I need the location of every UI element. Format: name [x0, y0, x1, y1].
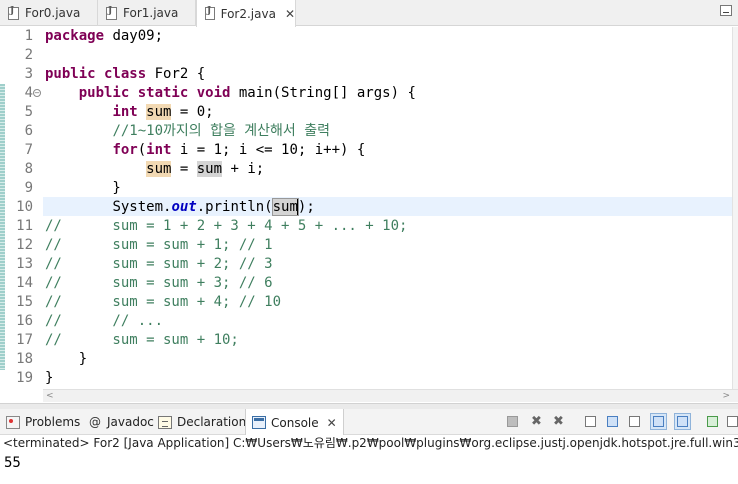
tab-for1-java[interactable]: For1.java [98, 0, 196, 26]
view-tab-bar: Problems @ Javadoc Declaration Console ✕… [0, 409, 738, 436]
javadoc-icon: @ [89, 414, 101, 429]
tab-javadoc[interactable]: @ Javadoc [88, 409, 154, 435]
pin-console-button[interactable] [704, 413, 721, 430]
stdout-icon [653, 416, 664, 427]
console-process-label: <terminated> For2 [Java Application] C:₩… [0, 435, 738, 453]
line-number: 2 [24, 47, 33, 63]
fold-toggle-icon[interactable]: − [33, 89, 41, 97]
code-editor[interactable]: 1 2 3 4 5 6 7 8 9 10 11 12 13 14 15 16 1… [0, 27, 738, 402]
tab-label: For2.java [220, 6, 276, 21]
line-number: 10 [16, 199, 33, 215]
tab-label: For1.java [123, 6, 179, 20]
line-number: 5 [24, 104, 33, 120]
java-file-icon [205, 6, 215, 20]
stop-icon [507, 416, 518, 427]
scroll-right-icon[interactable]: > [722, 391, 730, 401]
java-file-icon [106, 6, 117, 20]
problems-icon [6, 415, 20, 429]
code-line: public class For2 { [45, 66, 206, 82]
java-file-icon [8, 6, 19, 20]
line-number: 18 [16, 351, 33, 367]
code-line: //1~10까지의 합을 계산해서 출력 [112, 123, 330, 139]
tab-for0-java[interactable]: For0.java [0, 0, 98, 26]
remove-all-terminated-button[interactable]: ✖ [550, 413, 567, 430]
code-line: } [45, 180, 121, 196]
word-wrap-icon [629, 416, 640, 427]
clear-icon [585, 416, 596, 427]
code-line: public static void main(String[] args) { [78, 85, 416, 101]
line-number: 8 [24, 161, 33, 177]
line-number: 9 [24, 180, 33, 196]
word-wrap-button[interactable] [626, 413, 643, 430]
scroll-left-icon[interactable]: < [46, 391, 54, 401]
remove-launch-button[interactable]: ✖ [528, 413, 545, 430]
close-icon[interactable]: ✕ [327, 416, 337, 430]
minimize-icon[interactable] [720, 5, 732, 16]
line-number: 1 [24, 28, 33, 44]
code-line: // sum = 1 + 2 + 3 + 4 + 5 + ... + 10; [45, 218, 408, 234]
line-number: 16 [16, 313, 33, 329]
line-number: 13 [16, 256, 33, 272]
editor-tab-bar: For0.java For1.java For2.java ✕ [0, 0, 738, 27]
code-line: // sum = sum + 3; // 6 [45, 275, 273, 291]
scroll-lock-icon [607, 416, 618, 427]
variable-occurrence: sum [196, 161, 223, 177]
tab-console[interactable]: Console ✕ [245, 409, 344, 436]
tab-for2-java[interactable]: For2.java ✕ [196, 0, 296, 27]
line-number: 19 [16, 370, 33, 386]
line-number: 17 [16, 332, 33, 348]
code-line: // sum = sum + 2; // 3 [45, 256, 273, 272]
tab-label: For0.java [25, 6, 81, 20]
line-number: 7 [24, 142, 33, 158]
variable-occurrence: sum [146, 161, 172, 177]
line-number: 11 [16, 218, 33, 234]
terminate-button[interactable] [504, 413, 521, 430]
stderr-icon [677, 416, 688, 427]
code-line: } [45, 351, 88, 367]
console-output[interactable]: 55 [0, 453, 738, 484]
code-line: // // ... [45, 313, 164, 329]
code-line: } [45, 370, 54, 386]
line-number: 12 [16, 237, 33, 253]
code-line-current: System.out.println(sum); [112, 198, 315, 216]
remove-all-icon: ✖ [553, 414, 564, 429]
console-output-line: 55 [4, 455, 21, 471]
code-line: // sum = sum + 1; // 1 [45, 237, 273, 253]
line-number: 14 [16, 275, 33, 291]
variable-occurrence: sum [271, 198, 299, 216]
line-number: 6 [24, 123, 33, 139]
variable-occurrence: sum [146, 104, 172, 120]
show-on-stdout-button[interactable] [650, 413, 667, 430]
code-line: int sum = 0; [112, 104, 214, 120]
line-number: 15 [16, 294, 33, 310]
line-number: 4 [24, 85, 33, 101]
horizontal-scrollbar[interactable]: < > [43, 389, 738, 402]
code-line: sum = sum + i; [146, 161, 265, 177]
close-icon[interactable]: ✕ [285, 7, 295, 21]
remove-icon: ✖ [531, 414, 542, 429]
code-line: package day09; [45, 28, 164, 44]
line-number: 3 [24, 66, 33, 82]
code-line: for(int i = 1; i <= 10; i++) { [112, 142, 366, 158]
open-console-icon [727, 416, 738, 427]
show-on-stderr-button[interactable] [674, 413, 691, 430]
vertical-scrollbar[interactable] [732, 27, 738, 389]
scroll-lock-button[interactable] [604, 413, 621, 430]
code-line: // sum = sum + 4; // 10 [45, 294, 282, 310]
open-console-button[interactable] [724, 413, 738, 430]
pin-icon [707, 416, 718, 427]
code-line: // sum = sum + 10; [45, 332, 239, 348]
tab-problems[interactable]: Problems [6, 409, 80, 435]
declaration-icon [158, 415, 172, 429]
tab-declaration[interactable]: Declaration [158, 409, 246, 435]
console-icon [252, 416, 266, 429]
clear-console-button[interactable] [582, 413, 599, 430]
